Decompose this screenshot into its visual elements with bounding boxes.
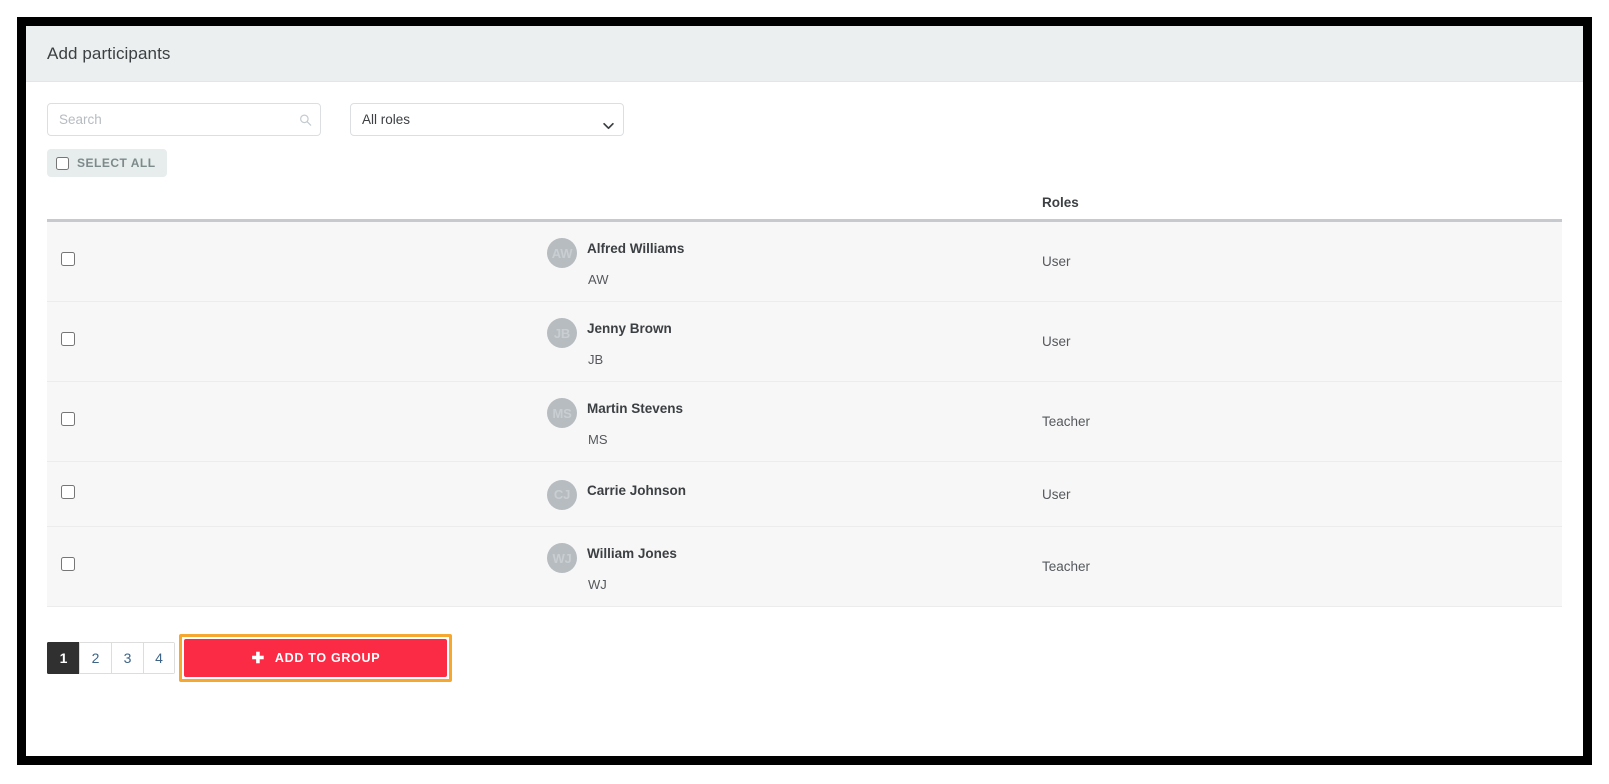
pagination-page-2[interactable]: 2 (79, 642, 111, 674)
role-filter-wrapper: All roles (350, 103, 624, 136)
avatar: JB (547, 318, 577, 348)
row-checkbox[interactable] (61, 485, 75, 499)
row-role: User (1042, 462, 1562, 527)
table-row[interactable]: JB Jenny Brown JB User (47, 302, 1562, 382)
person: CJ Carrie Johnson (547, 479, 1042, 510)
person-sub-label: AW (587, 273, 684, 286)
screenshot-highlight-frame: Add participants All roles (17, 17, 1592, 765)
person-text: Martin Stevens MS (587, 397, 683, 446)
row-role: Teacher (1042, 527, 1562, 607)
row-role: Teacher (1042, 382, 1562, 462)
select-all-row: SELECT ALL (47, 149, 1562, 177)
row-person-cell: AW Alfred Williams AW (547, 221, 1042, 302)
row-checkbox[interactable] (61, 557, 75, 571)
person-name: Alfred Williams (587, 242, 684, 256)
person: MS Martin Stevens MS (547, 397, 1042, 446)
row-checkbox-cell (47, 302, 107, 382)
person-text: Carrie Johnson (587, 479, 686, 498)
row-person-cell: MS Martin Stevens MS (547, 382, 1042, 462)
person: JB Jenny Brown JB (547, 317, 1042, 366)
select-all-button[interactable]: SELECT ALL (47, 149, 167, 177)
role-filter-select[interactable]: All roles (350, 103, 624, 136)
avatar: MS (547, 398, 577, 428)
row-checkbox[interactable] (61, 252, 75, 266)
person-sub-label: WJ (587, 578, 677, 591)
person-text: Alfred Williams AW (587, 237, 684, 286)
row-person-cell: JB Jenny Brown JB (547, 302, 1042, 382)
pagination-page-4[interactable]: 4 (143, 642, 175, 674)
row-checkbox-cell (47, 221, 107, 302)
person-name: Jenny Brown (587, 322, 672, 336)
column-header-roles: Roles (1042, 195, 1562, 221)
search-input[interactable] (47, 103, 321, 136)
avatar: CJ (547, 480, 577, 510)
modal-header: Add participants (26, 26, 1583, 82)
row-spacer-cell (107, 302, 547, 382)
person-name: William Jones (587, 547, 677, 561)
row-checkbox-cell (47, 527, 107, 607)
row-spacer-cell (107, 221, 547, 302)
column-header-name (547, 195, 1042, 221)
table-row[interactable]: AW Alfred Williams AW User (47, 221, 1562, 302)
table-header-row: Roles (47, 195, 1562, 221)
page-title: Add participants (47, 44, 171, 64)
row-role: User (1042, 302, 1562, 382)
person: WJ William Jones WJ (547, 542, 1042, 591)
row-spacer-cell (107, 527, 547, 607)
row-spacer-cell (107, 462, 547, 527)
modal-body: All roles SELECT ALL (26, 82, 1583, 682)
select-all-label: SELECT ALL (77, 156, 156, 170)
table-body: AW Alfred Williams AW User (47, 221, 1562, 607)
row-person-cell: WJ William Jones WJ (547, 527, 1042, 607)
pagination: 1 2 3 4 (47, 642, 175, 674)
person-name: Carrie Johnson (587, 484, 686, 498)
person-sub-label: JB (587, 353, 672, 366)
row-role: User (1042, 221, 1562, 302)
search-field-wrapper (47, 103, 321, 136)
avatar: WJ (547, 543, 577, 573)
participants-table: Roles AW Alfred Williams (47, 195, 1562, 607)
person-name: Martin Stevens (587, 402, 683, 416)
person-text: Jenny Brown JB (587, 317, 672, 366)
row-checkbox[interactable] (61, 412, 75, 426)
plus-icon: ✚ (252, 651, 265, 666)
row-checkbox-cell (47, 462, 107, 527)
person-sub-label: MS (587, 433, 683, 446)
person: AW Alfred Williams AW (547, 237, 1042, 286)
row-person-cell: CJ Carrie Johnson (547, 462, 1042, 527)
select-all-checkbox[interactable] (56, 157, 69, 170)
filter-row: All roles (47, 103, 1562, 136)
row-checkbox[interactable] (61, 332, 75, 346)
add-to-group-button[interactable]: ✚ ADD TO GROUP (184, 639, 447, 677)
row-spacer-cell (107, 382, 547, 462)
avatar: AW (547, 238, 577, 268)
pagination-page-1[interactable]: 1 (47, 642, 79, 674)
column-header-checkbox (47, 195, 107, 221)
table-header: Roles (47, 195, 1562, 221)
add-to-group-highlight: ✚ ADD TO GROUP (179, 634, 452, 682)
add-participants-modal: Add participants All roles (26, 26, 1583, 756)
row-checkbox-cell (47, 382, 107, 462)
person-text: William Jones WJ (587, 542, 677, 591)
table-row[interactable]: CJ Carrie Johnson User (47, 462, 1562, 527)
table-row[interactable]: WJ William Jones WJ Teacher (47, 527, 1562, 607)
column-header-spacer (107, 195, 547, 221)
pagination-page-3[interactable]: 3 (111, 642, 143, 674)
add-to-group-label: ADD TO GROUP (275, 651, 380, 665)
table-row[interactable]: MS Martin Stevens MS Teacher (47, 382, 1562, 462)
